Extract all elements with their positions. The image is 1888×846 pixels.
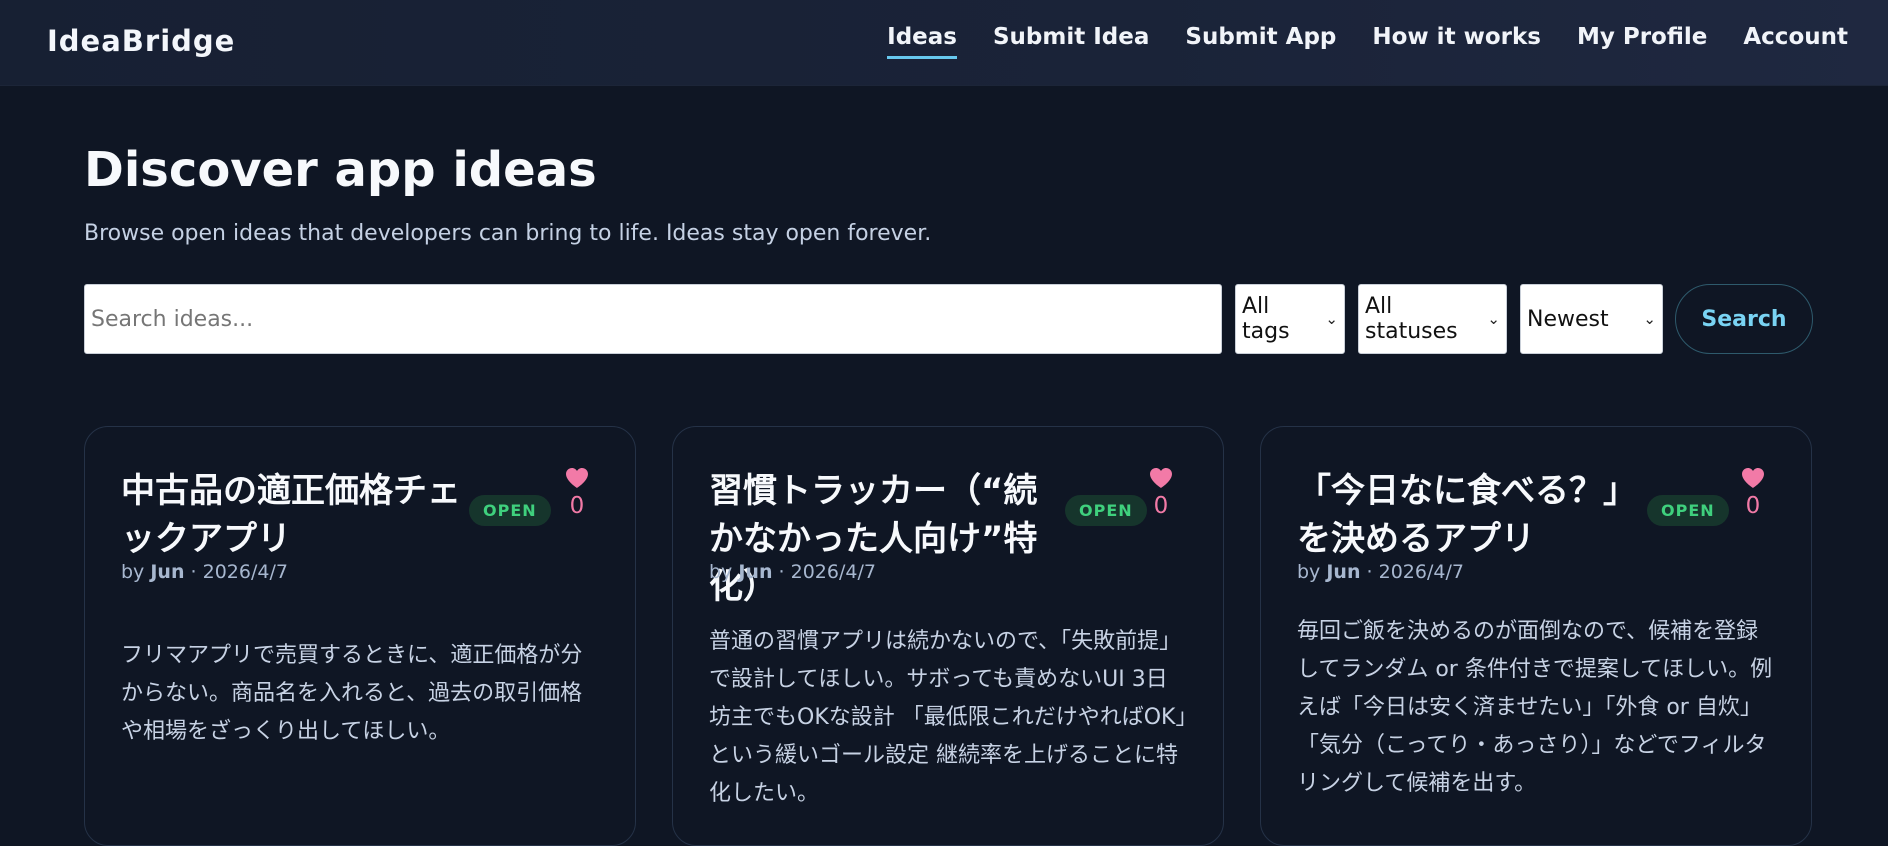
chevron-down-icon: ⌄ [1643, 310, 1656, 328]
nav-link-submit-idea[interactable]: Submit Idea [993, 24, 1149, 56]
top-nav-bar: IdeaBridge Ideas Submit Idea Submit App … [0, 0, 1888, 86]
author-name[interactable]: Jun [738, 561, 772, 583]
like-count: 0 [1153, 493, 1169, 519]
like-button[interactable]: 0 [557, 467, 597, 519]
main-nav: Ideas Submit Idea Submit App How it work… [887, 24, 1848, 59]
status-badge: OPEN [1065, 495, 1147, 526]
nav-link-submit-app[interactable]: Submit App [1185, 24, 1336, 56]
idea-description: フリマアプリで売買するときに、適正価格が分からない。商品名を入れると、過去の取引… [121, 643, 583, 744]
idea-meta: by Jun · 2026/4/7 [1297, 561, 1464, 583]
brand-logo[interactable]: IdeaBridge [47, 24, 235, 58]
tags-select-value: All tags [1242, 294, 1290, 344]
search-button[interactable]: Search [1675, 284, 1813, 354]
like-count: 0 [1745, 493, 1761, 519]
by-label: by [709, 561, 733, 583]
idea-date: · 2026/4/7 [190, 561, 288, 583]
by-label: by [1297, 561, 1321, 583]
like-button[interactable]: 0 [1733, 467, 1773, 519]
sort-select-value: Newest [1527, 306, 1609, 332]
nav-link-ideas[interactable]: Ideas [887, 24, 957, 59]
idea-meta: by Jun · 2026/4/7 [709, 561, 876, 583]
status-select[interactable]: All statuses ⌄ [1358, 284, 1507, 354]
idea-card[interactable]: 習慣トラッカー（“続かなかった人向け”特化） OPEN 0 by Jun · 2… [672, 426, 1224, 846]
by-label: by [121, 561, 145, 583]
author-name[interactable]: Jun [1326, 561, 1360, 583]
author-name[interactable]: Jun [150, 561, 184, 583]
chevron-down-icon: ⌄ [1487, 310, 1500, 328]
chevron-down-icon: ⌄ [1325, 310, 1338, 328]
idea-description: 普通の習慣アプリは続かないので、「失敗前提」で設計してほしい。サボっても責めない… [709, 629, 1187, 806]
like-button[interactable]: 0 [1141, 467, 1181, 519]
heart-icon [566, 468, 588, 488]
heart-icon [1150, 468, 1172, 488]
idea-title[interactable]: 中古品の適正価格チェックアプリ [121, 467, 461, 563]
idea-date: · 2026/4/7 [778, 561, 876, 583]
idea-title[interactable]: 「今日なに食べる？」を決めるアプリ [1297, 467, 1637, 563]
nav-link-account[interactable]: Account [1743, 24, 1848, 56]
search-input[interactable] [84, 284, 1222, 354]
tags-select[interactable]: All tags ⌄ [1235, 284, 1345, 354]
idea-card[interactable]: 「今日なに食べる？」を決めるアプリ OPEN 0 by Jun · 2026/4… [1260, 426, 1812, 846]
nav-link-my-profile[interactable]: My Profile [1577, 24, 1707, 56]
status-badge: OPEN [1647, 495, 1729, 526]
idea-title[interactable]: 習慣トラッカー（“続かなかった人向け”特化） [709, 467, 1049, 611]
status-select-value: All statuses [1365, 294, 1458, 344]
idea-card[interactable]: 中古品の適正価格チェックアプリ OPEN 0 by Jun · 2026/4/7… [84, 426, 636, 846]
page-title: Discover app ideas [84, 142, 597, 198]
nav-link-how-it-works[interactable]: How it works [1372, 24, 1541, 56]
idea-meta: by Jun · 2026/4/7 [121, 561, 288, 583]
page-subtitle: Browse open ideas that developers can br… [84, 221, 932, 246]
status-badge: OPEN [469, 495, 551, 526]
sort-select[interactable]: Newest ⌄ [1520, 284, 1663, 354]
like-count: 0 [569, 493, 585, 519]
idea-date: · 2026/4/7 [1366, 561, 1464, 583]
idea-description: 毎回ご飯を決めるのが面倒なので、候補を登録してランダム or 条件付きで提案して… [1297, 619, 1773, 796]
heart-icon [1742, 468, 1764, 488]
